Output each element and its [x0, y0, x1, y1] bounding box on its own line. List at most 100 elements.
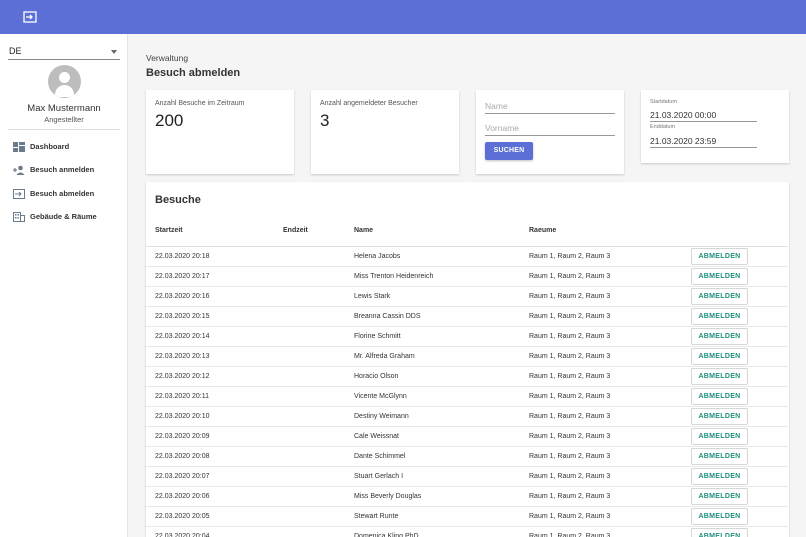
abmelden-button[interactable]: ABMELDEN — [691, 408, 748, 425]
sidebar-item-label: Besuch abmelden — [30, 189, 95, 198]
cell-startzeit: 22.03.2020 20:11 — [155, 393, 209, 400]
abmelden-button[interactable]: ABMELDEN — [691, 328, 748, 345]
abmelden-button[interactable]: ABMELDEN — [691, 448, 748, 465]
abmelden-button[interactable]: ABMELDEN — [691, 488, 748, 505]
cell-name: Mr. Alfreda Graham — [354, 353, 415, 360]
table-row: 22.03.2020 20:17 Miss Trenton Heidenreich… — [146, 267, 788, 287]
person-add-icon — [13, 165, 25, 175]
visits-table-card: Besuche Startzeit Endzeit Name Raeume 22… — [146, 182, 789, 537]
sidebar: DE Max Mustermann Angestellter Dashboard… — [0, 34, 128, 537]
cell-startzeit: 22.03.2020 20:16 — [155, 293, 210, 300]
table-row: 22.03.2020 20:13 Mr. Alfreda Graham Raum 1… — [146, 347, 788, 367]
cell-name: Stewart Runte — [354, 513, 399, 520]
column-header-endzeit[interactable]: Endzeit — [283, 227, 308, 234]
abmelden-button[interactable]: ABMELDEN — [691, 508, 748, 525]
stat-label: Anzahl angemeldeter Besucher — [320, 100, 418, 107]
chevron-down-icon — [111, 50, 117, 54]
name-field[interactable] — [485, 99, 615, 114]
abmelden-button[interactable]: ABMELDEN — [691, 268, 748, 285]
cell-name: Cale Weissnat — [354, 433, 400, 440]
stat-label: Anzahl Besuche im Zeitraum — [155, 100, 245, 107]
cell-startzeit: 22.03.2020 20:09 — [155, 433, 210, 440]
cell-startzeit: 22.03.2020 20:14 — [155, 333, 210, 340]
cell-startzeit: 22.03.2020 20:08 — [155, 453, 210, 460]
vorname-field[interactable] — [485, 121, 615, 136]
language-select[interactable]: DE — [8, 44, 120, 60]
cell-name: Stuart Gerlach I — [354, 473, 404, 480]
app-bar — [0, 0, 806, 34]
cell-startzeit: 22.03.2020 20:15 — [155, 313, 210, 320]
stat-value: 3 — [320, 111, 330, 130]
cell-raeume: Raum 1, Raum 2, Raum 3 — [529, 473, 611, 480]
search-card: SUCHEN — [476, 90, 624, 174]
abmelden-button[interactable]: ABMELDEN — [691, 528, 748, 537]
user-role: Angestellter — [44, 115, 84, 124]
user-name: Max Mustermann — [27, 103, 101, 114]
sidebar-item-label: Gebäude & Räume — [30, 212, 97, 221]
sidebar-item-besuch-anmelden[interactable]: Besuch anmelden — [0, 161, 128, 179]
cell-startzeit: 22.03.2020 20:07 — [155, 473, 210, 480]
cell-raeume: Raum 1, Raum 2, Raum 3 — [529, 493, 611, 500]
cell-startzeit: 22.03.2020 20:13 — [155, 353, 210, 360]
cell-raeume: Raum 1, Raum 2, Raum 3 — [529, 373, 611, 380]
exit-to-app-icon[interactable] — [23, 11, 37, 23]
exit-icon — [13, 189, 25, 199]
stat-card-visits: Anzahl Besuche im Zeitraum 200 — [146, 90, 294, 174]
table-row: 22.03.2020 20:04 Domenica Kling PhD Raum 1… — [146, 527, 788, 537]
cell-name: Horacio Olson — [354, 373, 399, 380]
sidebar-item-gebaeude-raeume[interactable]: Gebäude & Räume — [0, 208, 128, 226]
cell-startzeit: 22.03.2020 20:12 — [155, 373, 210, 380]
cell-startzeit: 22.03.2020 20:10 — [155, 413, 210, 420]
cell-raeume: Raum 1, Raum 2, Raum 3 — [529, 273, 611, 280]
column-header-startzeit[interactable]: Startzeit — [155, 227, 183, 234]
divider — [8, 129, 120, 130]
cell-name: Vicente McGlynn — [354, 393, 407, 400]
cell-raeume: Raum 1, Raum 2, Raum 3 — [529, 533, 611, 537]
end-date-field[interactable]: 21.03.2020 23:59 — [650, 136, 757, 148]
abmelden-button[interactable]: ABMELDEN — [691, 428, 748, 445]
cell-name: Lewis Stark — [354, 293, 391, 300]
table-row: 22.03.2020 20:09 Cale Weissnat Raum 1, Rau… — [146, 427, 788, 447]
cell-name: Miss Beverly Douglas — [354, 493, 422, 500]
cell-raeume: Raum 1, Raum 2, Raum 3 — [529, 333, 611, 340]
table-row: 22.03.2020 20:08 Dante Schimmel Raum 1, Ra… — [146, 447, 788, 467]
cell-raeume: Raum 1, Raum 2, Raum 3 — [529, 313, 611, 320]
abmelden-button[interactable]: ABMELDEN — [691, 468, 748, 485]
table-row: 22.03.2020 20:07 Stuart Gerlach I Raum 1, … — [146, 467, 788, 487]
building-icon — [13, 212, 25, 222]
abmelden-button[interactable]: ABMELDEN — [691, 288, 748, 305]
cell-raeume: Raum 1, Raum 2, Raum 3 — [529, 433, 611, 440]
cell-raeume: Raum 1, Raum 2, Raum 3 — [529, 393, 611, 400]
sidebar-item-label: Dashboard — [30, 142, 70, 151]
abmelden-button[interactable]: ABMELDEN — [691, 308, 748, 325]
start-date-label: Startdatum — [650, 99, 677, 105]
cell-startzeit: 22.03.2020 20:17 — [155, 273, 210, 280]
table-row: 22.03.2020 20:14 Florine Schmitt Raum 1, R… — [146, 327, 788, 347]
column-header-name[interactable]: Name — [354, 227, 373, 234]
cell-raeume: Raum 1, Raum 2, Raum 3 — [529, 413, 611, 420]
table-row: 22.03.2020 20:15 Breanna Cassin DDS Raum 1… — [146, 307, 788, 327]
table-row: 22.03.2020 20:11 Vicente McGlynn Raum 1, R… — [146, 387, 788, 407]
language-value: DE — [9, 46, 22, 56]
search-button[interactable]: SUCHEN — [485, 142, 533, 160]
sidebar-item-label: Besuch anmelden — [30, 165, 95, 174]
column-header-raeume[interactable]: Raeume — [529, 227, 556, 234]
vorname-input[interactable] — [485, 121, 615, 133]
table-row: 22.03.2020 20:12 Horacio Olson Raum 1, Rau… — [146, 367, 788, 387]
cell-raeume: Raum 1, Raum 2, Raum 3 — [529, 353, 611, 360]
table-title: Besuche — [155, 194, 201, 206]
start-date-field[interactable]: 21.03.2020 00:00 — [650, 110, 757, 122]
cell-name: Helena Jacobs — [354, 253, 401, 260]
abmelden-button[interactable]: ABMELDEN — [691, 388, 748, 405]
cell-raeume: Raum 1, Raum 2, Raum 3 — [529, 453, 611, 460]
abmelden-button[interactable]: ABMELDEN — [691, 368, 748, 385]
cell-name: Destiny Weimann — [354, 413, 409, 420]
cell-startzeit: 22.03.2020 20:18 — [155, 253, 210, 260]
sidebar-item-besuch-abmelden[interactable]: Besuch abmelden — [0, 185, 128, 203]
table-row: 22.03.2020 20:10 Destiny Weimann Raum 1, R… — [146, 407, 788, 427]
cell-name: Miss Trenton Heidenreich — [354, 273, 434, 280]
sidebar-item-dashboard[interactable]: Dashboard — [0, 138, 128, 156]
name-input[interactable] — [485, 99, 615, 111]
abmelden-button[interactable]: ABMELDEN — [691, 248, 748, 265]
abmelden-button[interactable]: ABMELDEN — [691, 348, 748, 365]
